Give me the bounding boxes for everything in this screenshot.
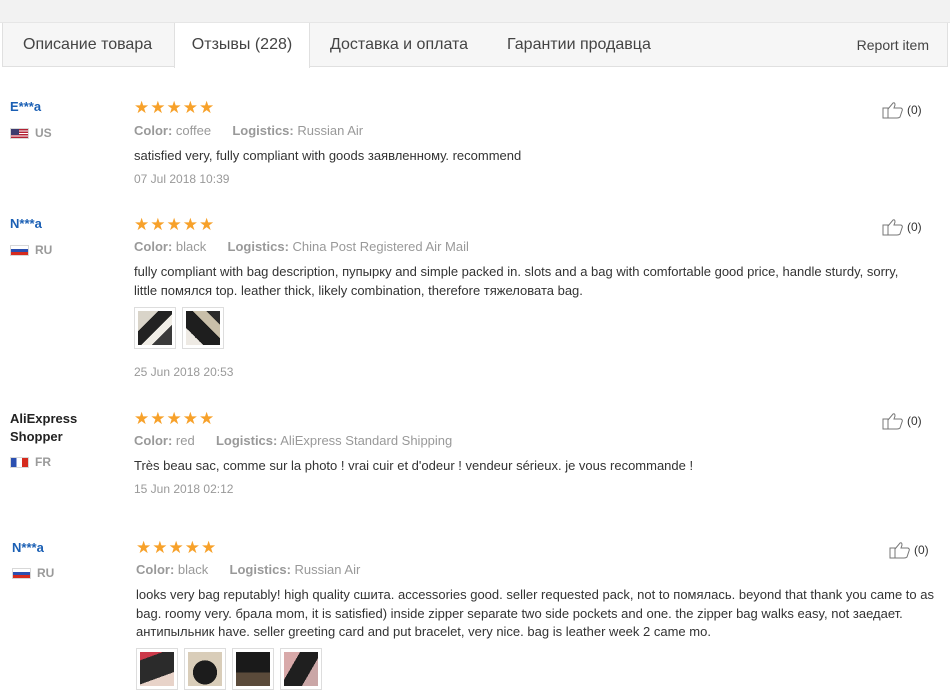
reviewer-country: RU [10, 243, 52, 257]
color-value: black [175, 239, 207, 254]
country-code: US [35, 126, 52, 140]
color-value: black [177, 562, 209, 577]
review-meta: Color: coffee Logistics: Russian Air [134, 123, 363, 138]
thumbs-up-icon [882, 413, 903, 430]
country-code: RU [35, 243, 53, 257]
review-date: 25 Jun 2018 20:53 [134, 365, 234, 379]
review-date: 15 Jun 2018 02:12 [134, 482, 234, 496]
review-photos [136, 648, 322, 690]
helpful-count: (0) [907, 220, 922, 234]
tab-seller-guarantees[interactable]: Гарантии продавца [507, 23, 651, 67]
logistics-label: Logistics: [229, 562, 291, 577]
color-label: Color: [134, 239, 173, 254]
review-text: satisfied very, fully compliant with goo… [134, 148, 522, 163]
tab-bar: Описание товара Отзывы (228) Доставка и … [2, 23, 948, 68]
reviewer-name: N***a [10, 216, 42, 231]
review-photo-thumbnail[interactable] [280, 648, 322, 690]
tab-description[interactable]: Описание товара [23, 23, 152, 67]
helpful-count: (0) [907, 414, 922, 428]
logistics-label: Logistics: [232, 123, 294, 138]
color-value: red [175, 433, 195, 448]
review-photo-thumbnail[interactable] [182, 307, 224, 349]
helpful-count: (0) [914, 543, 929, 557]
star-rating: ★★★★★ [134, 409, 216, 428]
reviewer-name: N***a [12, 540, 44, 555]
country-code: FR [35, 455, 51, 469]
tab-reviews[interactable]: Отзывы (228) [174, 23, 310, 68]
review-photo-thumbnail[interactable] [232, 648, 274, 690]
thumbs-up-icon [882, 102, 903, 119]
logistics-value: Russian Air [297, 123, 364, 138]
color-label: Color: [134, 123, 173, 138]
logistics-value: AliExpress Standard Shipping [280, 433, 453, 448]
star-rating: ★★★★★ [134, 215, 216, 234]
color-label: Color: [136, 562, 175, 577]
reviewer-name: AliExpress Shopper [10, 411, 78, 444]
reviewer-country: RU [12, 566, 54, 580]
review-meta: Color: black Logistics: Russian Air [136, 562, 360, 577]
helpful-button[interactable]: (0) [882, 101, 922, 119]
reviewer-name: E***a [10, 99, 42, 114]
review-meta: Color: red Logistics: AliExpress Standar… [134, 433, 452, 448]
logistics-label: Logistics: [227, 239, 289, 254]
review-text: fully compliant with bag description, пу… [134, 264, 899, 298]
top-strip [0, 0, 950, 23]
review-photo-thumbnail[interactable] [136, 648, 178, 690]
review-photo-thumbnail[interactable] [184, 648, 226, 690]
color-label: Color: [134, 433, 173, 448]
helpful-button[interactable]: (0) [889, 541, 929, 559]
star-rating: ★★★★★ [134, 98, 216, 117]
review-date: 07 Jul 2018 10:39 [134, 172, 230, 186]
helpful-count: (0) [907, 103, 922, 117]
logistics-value: Russian Air [294, 562, 361, 577]
color-value: coffee [175, 123, 212, 138]
helpful-button[interactable]: (0) [882, 218, 922, 236]
review-photo-thumbnail[interactable] [134, 307, 176, 349]
reviewer-country: US [10, 126, 52, 140]
report-item-link[interactable]: Report item [857, 23, 929, 67]
ru-flag-icon [10, 244, 29, 256]
thumbs-up-icon [889, 542, 910, 559]
us-flag-icon [10, 127, 29, 139]
country-code: RU [37, 566, 55, 580]
review-text: Très beau sac, comme sur la photo ! vrai… [134, 458, 694, 473]
logistics-value: China Post Registered Air Mail [292, 239, 469, 254]
review-photos [134, 307, 224, 349]
fr-flag-icon [10, 456, 29, 468]
helpful-button[interactable]: (0) [882, 412, 922, 430]
ru-flag-icon [12, 567, 31, 579]
review-meta: Color: black Logistics: China Post Regis… [134, 239, 469, 254]
thumbs-up-icon [882, 219, 903, 236]
tab-delivery[interactable]: Доставка и оплата [330, 23, 468, 67]
reviewer-country: FR [10, 455, 51, 469]
logistics-label: Logistics: [215, 433, 278, 448]
star-rating: ★★★★★ [136, 538, 218, 557]
review-text: looks very bag reputably! high quality с… [136, 587, 934, 639]
